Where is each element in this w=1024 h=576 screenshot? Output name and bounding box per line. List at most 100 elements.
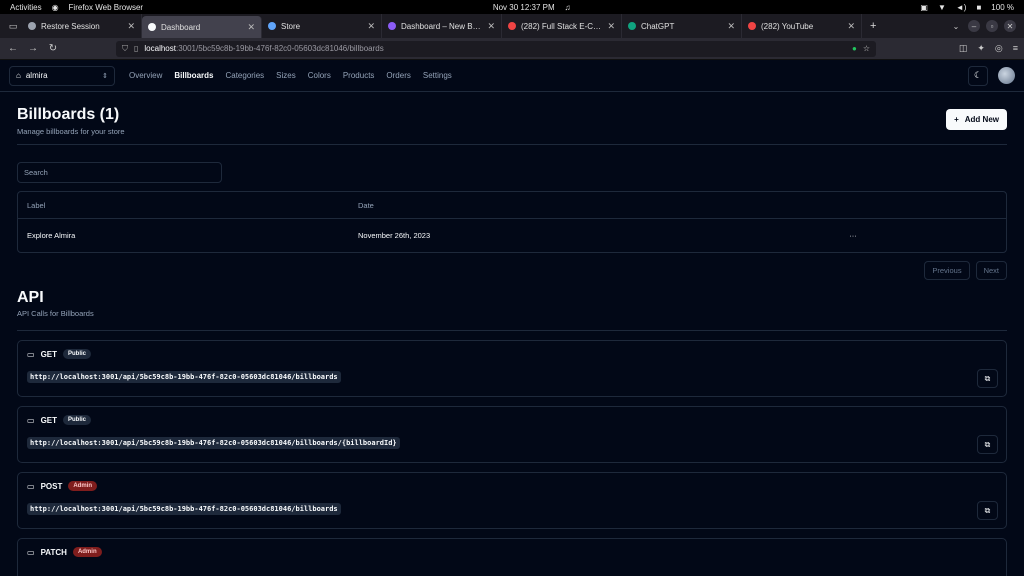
http-method: PATCH [40,547,67,557]
close-icon[interactable]: ✕ [727,21,735,32]
close-icon[interactable]: ✕ [247,22,255,33]
column-header-date[interactable]: Date [358,201,838,210]
store-name: almira [25,71,48,80]
browser-nav-bar: ← → ↻ ⛉ ▯ localhost:3001/5bc59c8b-19bb-4… [0,38,1024,60]
display-icon: ▣ [920,2,928,12]
nav-products[interactable]: Products [343,71,375,80]
close-icon[interactable]: ✕ [487,21,495,32]
main-nav: Overview Billboards Categories Sizes Col… [129,71,452,80]
main-content: Billboards (1) Manage billboards for you… [0,92,1024,576]
close-icon[interactable]: ✕ [127,21,135,32]
billboards-table: Label Date Explore Almira November 26th,… [17,191,1007,253]
close-icon[interactable]: ✕ [847,21,855,32]
endpoint-url: http://localhost:3001/api/5bc59c8b-19bb-… [27,503,341,515]
activities-button[interactable]: Activities [10,3,42,12]
restore-icon[interactable]: ▫ [986,20,998,32]
pagination: Previous Next [17,261,1007,280]
server-icon: ▭ [27,547,35,557]
nav-settings[interactable]: Settings [423,71,452,80]
page-subtitle: Manage billboards for your store [17,127,125,136]
tab-favicon-icon [28,22,36,30]
tab-favicon-icon [628,22,636,30]
nav-overview[interactable]: Overview [129,71,162,80]
extension-icon[interactable]: ● [852,44,857,53]
plus-icon: + [954,115,959,124]
system-top-bar: Activities ◉ Firefox Web Browser Nov 30 … [0,0,1024,14]
endpoint-url: http://localhost:3001/api/5bc59c8b-19bb-… [27,437,400,449]
table-header-row: Label Date [18,192,1006,219]
api-endpoint-card: ▭ GET Public http://localhost:3001/api/5bc… [17,340,1007,397]
close-icon[interactable]: ✕ [367,21,375,32]
endpoint-url: http://localhost:3001/api/5bc59c8b-19bb-… [27,371,341,383]
theme-toggle-moon-icon[interactable]: ☾ [968,65,988,86]
access-badge: Admin [72,547,102,557]
store-switcher[interactable]: ⌂ almira ⇕ [9,65,115,86]
api-endpoint-card: ▭ PATCH Admin [17,538,1007,576]
access-badge: Public [63,349,92,359]
close-icon[interactable]: ✕ [607,21,615,32]
pocket-icon[interactable]: ◫ [959,43,968,54]
volume-icon: ◄) [955,2,967,12]
api-endpoint-card: ▭ GET Public http://localhost:3001/api/5bc… [17,406,1007,463]
chevrons-up-down-icon: ⇕ [102,72,108,80]
http-method: POST [40,481,63,491]
nav-orders[interactable]: Orders [386,71,410,80]
nav-colors[interactable]: Colors [308,71,331,80]
close-window-icon[interactable]: ✕ [1004,20,1016,32]
extensions-icon[interactable]: ✦ [977,43,985,54]
power-icon: ■ [976,2,982,12]
column-header-label[interactable]: Label [18,201,358,210]
app-header: ⌂ almira ⇕ Overview Billboards Categorie… [0,60,1024,92]
tab-favicon-icon [148,23,156,31]
account-icon[interactable]: ◎ [995,43,1003,54]
menu-icon[interactable]: ≡ [1013,43,1018,54]
cell-label: Explore Almira [27,231,76,240]
clock[interactable]: Nov 30 12:37 PM [493,3,555,12]
copy-icon[interactable]: ⧉ [977,369,998,388]
page-info-icon: ▯ [134,44,139,53]
nav-sizes[interactable]: Sizes [276,71,296,80]
tab-list-icon[interactable]: ⌄ [950,20,962,32]
firefox-view-icon[interactable]: ▭ [4,14,22,38]
browser-tab[interactable]: (282) YouTube ✕ [742,14,862,38]
copy-icon[interactable]: ⧉ [977,501,998,520]
next-button[interactable]: Next [975,261,1007,280]
search-input[interactable]: Search [17,162,222,183]
browser-tab-active[interactable]: Dashboard ✕ [142,16,262,38]
avatar[interactable] [998,67,1015,84]
tab-favicon-icon [268,22,276,30]
table-row: Explore Almira November 26th, 2023 ··· [18,219,1006,252]
notification-icon: ♫ [564,2,571,12]
browser-tab[interactable]: (282) Full Stack E-Comm ✕ [502,14,622,38]
tab-favicon-icon [388,22,396,30]
http-method: GET [40,415,58,425]
reload-icon[interactable]: ↻ [46,43,60,54]
shield-icon: ⛉ [122,43,128,53]
tab-favicon-icon [748,22,756,30]
new-tab-icon[interactable]: + [862,14,884,38]
nav-categories[interactable]: Categories [225,71,264,80]
browser-tab[interactable]: Restore Session ✕ [22,14,142,38]
previous-button[interactable]: Previous [924,261,970,280]
row-actions-icon[interactable]: ··· [838,231,868,240]
wifi-icon: ▼ [937,2,946,12]
forward-icon[interactable]: → [26,43,40,54]
minimize-icon[interactable]: – [968,20,980,32]
cell-date: November 26th, 2023 [358,231,431,240]
page-heading: Billboards (1) Manage billboards for you… [17,92,1007,145]
browser-tab[interactable]: Dashboard – New Busine✕ [382,14,502,38]
browser-tab[interactable]: ChatGPT ✕ [622,14,742,38]
copy-icon[interactable]: ⧉ [977,435,998,454]
browser-tab[interactable]: Store ✕ [262,14,382,38]
firefox-icon: ◉ [51,2,59,12]
bookmark-star-icon[interactable]: ☆ [863,44,870,53]
active-app-name: Firefox Web Browser [68,2,144,12]
server-icon: ▭ [27,481,35,491]
window-controls: ⌄ – ▫ ✕ [950,14,1024,38]
add-new-button[interactable]: + Add New [946,109,1007,130]
url-bar[interactable]: ⛉ ▯ localhost:3001/5bc59c8b-19bb-476f-82… [116,40,876,57]
nav-billboards[interactable]: Billboards [174,71,213,80]
battery-level: 100 % [991,2,1014,12]
back-icon[interactable]: ← [6,43,20,54]
server-icon: ▭ [27,349,35,359]
